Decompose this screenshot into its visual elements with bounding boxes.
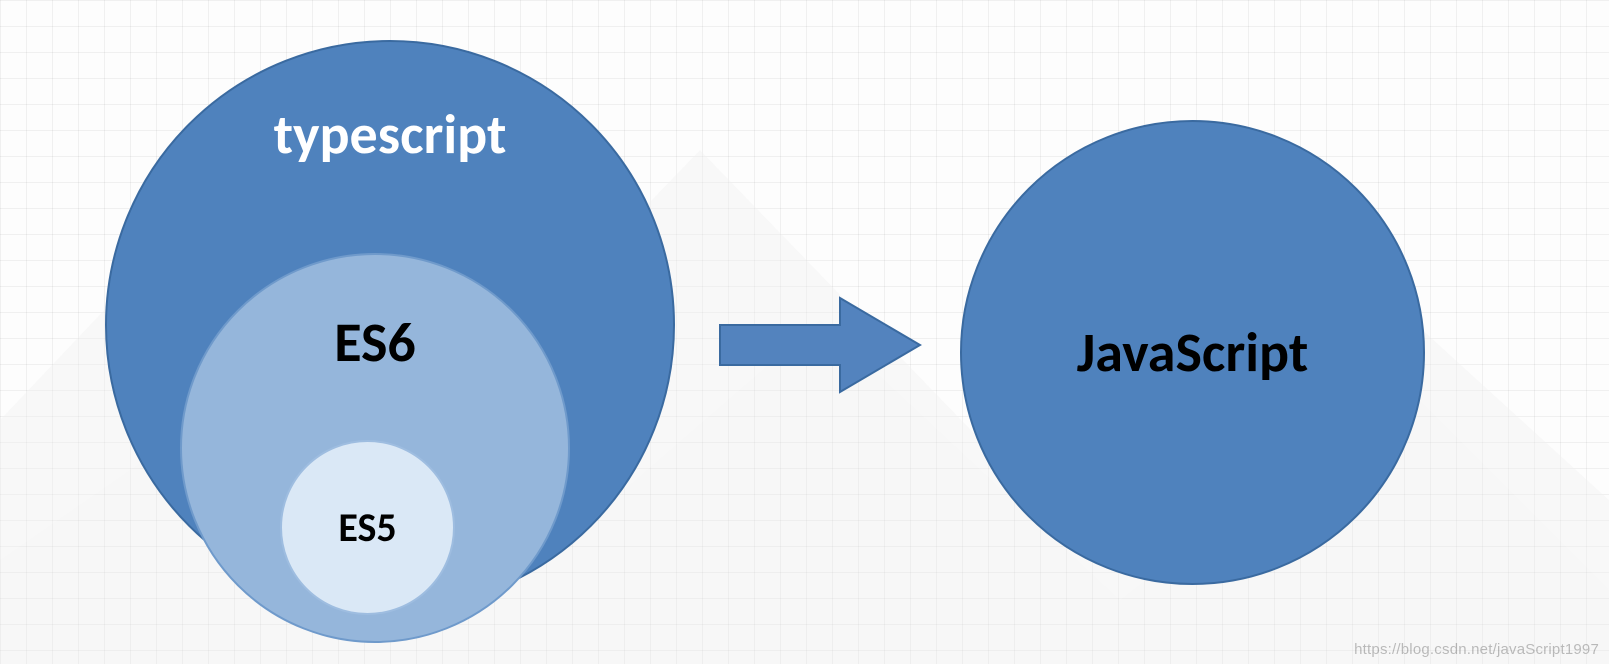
es5-circle: ES5 [280, 440, 455, 615]
diagram-canvas: typescript ES6 ES5 JavaScript https://bl… [0, 0, 1609, 664]
arrow-icon [710, 290, 930, 400]
javascript-circle: JavaScript [960, 120, 1425, 585]
watermark-text: https://blog.csdn.net/javaScript1997 [1354, 641, 1599, 658]
es5-label: ES5 [338, 508, 396, 548]
es6-label: ES6 [334, 315, 416, 371]
javascript-label: JavaScript [1077, 325, 1309, 381]
typescript-label: typescript [274, 107, 507, 163]
